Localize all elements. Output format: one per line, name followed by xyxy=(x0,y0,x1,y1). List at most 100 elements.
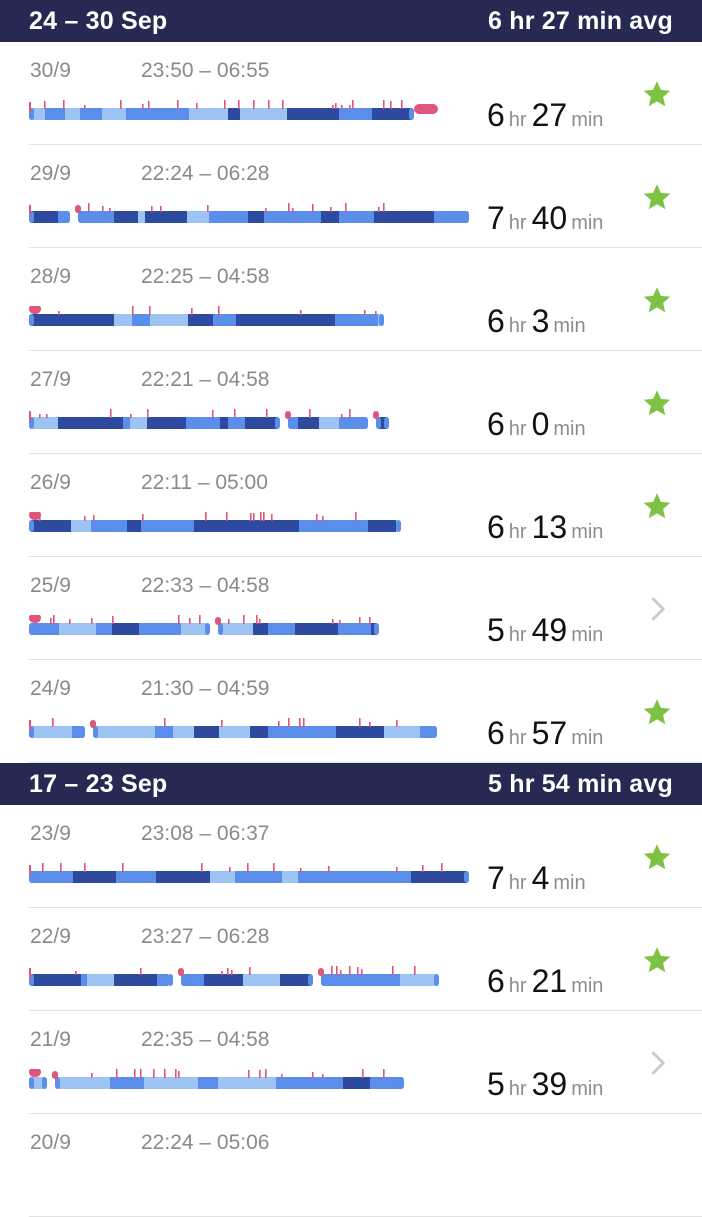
awake-tick xyxy=(29,720,31,730)
awake-tick xyxy=(177,100,179,109)
awake-tick xyxy=(265,1069,267,1078)
duration-minutes: 27 xyxy=(531,97,568,133)
awake-tick xyxy=(268,100,270,109)
awake-tick xyxy=(227,968,229,975)
awake-tick xyxy=(303,718,305,727)
awake-tick xyxy=(164,718,166,727)
sleep-duration xyxy=(487,1169,500,1206)
hours-unit: hr xyxy=(508,1078,527,1100)
awake-tick xyxy=(322,516,324,521)
night-date: 24/9 xyxy=(30,677,71,700)
awake-tick xyxy=(288,203,290,212)
awake-tick xyxy=(281,1074,283,1078)
awake-tick xyxy=(63,100,65,109)
sleep-log-row[interactable]: 28/9 22:25 – 04:58 6 hr 3 min xyxy=(29,248,702,351)
awake-tick xyxy=(120,100,122,109)
awake-tick xyxy=(364,310,366,315)
sleep-log-row[interactable]: 21/9 22:35 – 04:58 5 hr 39 min xyxy=(29,1011,702,1114)
sleep-time-range: 22:25 – 04:58 xyxy=(141,265,270,288)
sleep-log-row[interactable]: 23/9 23:08 – 06:37 7 hr 4 min xyxy=(29,805,702,908)
awake-tick xyxy=(151,206,153,212)
awake-tick xyxy=(29,865,31,875)
awake-tick xyxy=(160,206,162,212)
sleep-stage-segment xyxy=(29,314,384,326)
sleep-log-row[interactable]: 26/9 22:11 – 05:00 6 hr 13 min xyxy=(29,454,702,557)
sleep-duration: 6 hr 13 min xyxy=(487,509,603,546)
sleep-stage-segment xyxy=(218,623,379,635)
awake-tick xyxy=(300,310,302,315)
awake-tick xyxy=(249,967,251,975)
awake-tick xyxy=(335,103,337,109)
awake-tick xyxy=(341,414,343,418)
awake-tick xyxy=(84,105,86,109)
awake-marker xyxy=(414,104,438,114)
awake-tick xyxy=(299,718,301,727)
awake-marker xyxy=(52,1071,58,1079)
hours-unit: hr xyxy=(508,872,527,894)
awake-tick xyxy=(414,966,416,975)
awake-tick xyxy=(110,409,112,418)
sleep-stage-segment xyxy=(29,108,414,120)
hours-unit: hr xyxy=(508,109,527,131)
awake-tick xyxy=(226,512,228,521)
awake-marker xyxy=(29,512,41,520)
awake-tick xyxy=(349,105,351,109)
awake-tick xyxy=(292,208,294,212)
awake-tick xyxy=(102,206,104,212)
awake-tick xyxy=(29,102,31,112)
awake-tick xyxy=(422,865,424,872)
duration-minutes: 13 xyxy=(531,509,568,545)
duration-hours: 6 xyxy=(487,97,505,133)
sleep-log-row[interactable]: 20/9 22:24 – 05:06 xyxy=(29,1114,702,1217)
week-range: 24 – 30 Sep xyxy=(29,6,168,35)
awake-tick xyxy=(29,968,31,978)
sleep-stage-segment xyxy=(93,726,437,738)
sleep-log-row[interactable]: 27/9 22:21 – 04:58 6 hr 0 min xyxy=(29,351,702,454)
awake-tick xyxy=(205,512,207,521)
sleep-log-row[interactable]: 24/9 21:30 – 04:59 6 hr 57 min xyxy=(29,660,702,763)
hours-unit: hr xyxy=(508,727,527,749)
duration-hours: 5 xyxy=(487,612,505,648)
sleep-log-row[interactable]: 29/9 22:24 – 06:28 7 hr 40 min xyxy=(29,145,702,248)
sleep-stage-segment xyxy=(29,871,469,883)
sleep-duration: 6 hr 21 min xyxy=(487,963,603,1000)
sleep-duration: 6 hr 57 min xyxy=(487,715,603,752)
awake-tick xyxy=(196,103,198,109)
minutes-unit: min xyxy=(571,727,604,749)
star-icon xyxy=(641,284,673,316)
sleep-stage-segment xyxy=(181,974,313,986)
sleep-log-row[interactable]: 30/9 23:50 – 06:55 6 hr 27 min xyxy=(29,42,702,145)
awake-tick xyxy=(112,616,114,624)
awake-tick xyxy=(224,100,226,109)
awake-tick xyxy=(282,100,284,109)
awake-tick xyxy=(332,105,334,109)
awake-tick xyxy=(369,617,371,624)
awake-tick xyxy=(91,618,93,624)
awake-tick xyxy=(390,101,392,109)
awake-tick xyxy=(130,414,132,418)
awake-tick xyxy=(265,208,267,212)
awake-tick xyxy=(140,968,142,975)
night-date: 25/9 xyxy=(30,574,71,597)
duration-hours: 5 xyxy=(487,1066,505,1102)
sleep-stage-timeline xyxy=(29,966,439,986)
awake-marker xyxy=(29,306,41,314)
minutes-unit: min xyxy=(553,315,586,337)
sleep-log-row[interactable]: 25/9 22:33 – 04:58 5 hr 49 min xyxy=(29,557,702,660)
awake-tick xyxy=(201,863,203,872)
duration-minutes: 49 xyxy=(531,612,568,648)
awake-tick xyxy=(383,1069,385,1078)
week-average: 6 hr 27 min avg xyxy=(487,6,673,35)
awake-tick xyxy=(331,966,333,975)
awake-tick xyxy=(189,618,191,624)
awake-tick xyxy=(359,617,361,624)
hours-unit: hr xyxy=(508,212,527,234)
sleep-log-row[interactable]: 22/9 23:27 – 06:28 6 hr 21 min xyxy=(29,908,702,1011)
minutes-unit: min xyxy=(571,521,604,543)
sleep-stage-timeline xyxy=(29,863,469,883)
awake-tick xyxy=(175,1069,177,1078)
duration-hours: 7 xyxy=(487,200,505,236)
awake-tick xyxy=(355,512,357,521)
awake-tick xyxy=(312,1072,314,1078)
awake-tick xyxy=(369,722,371,727)
